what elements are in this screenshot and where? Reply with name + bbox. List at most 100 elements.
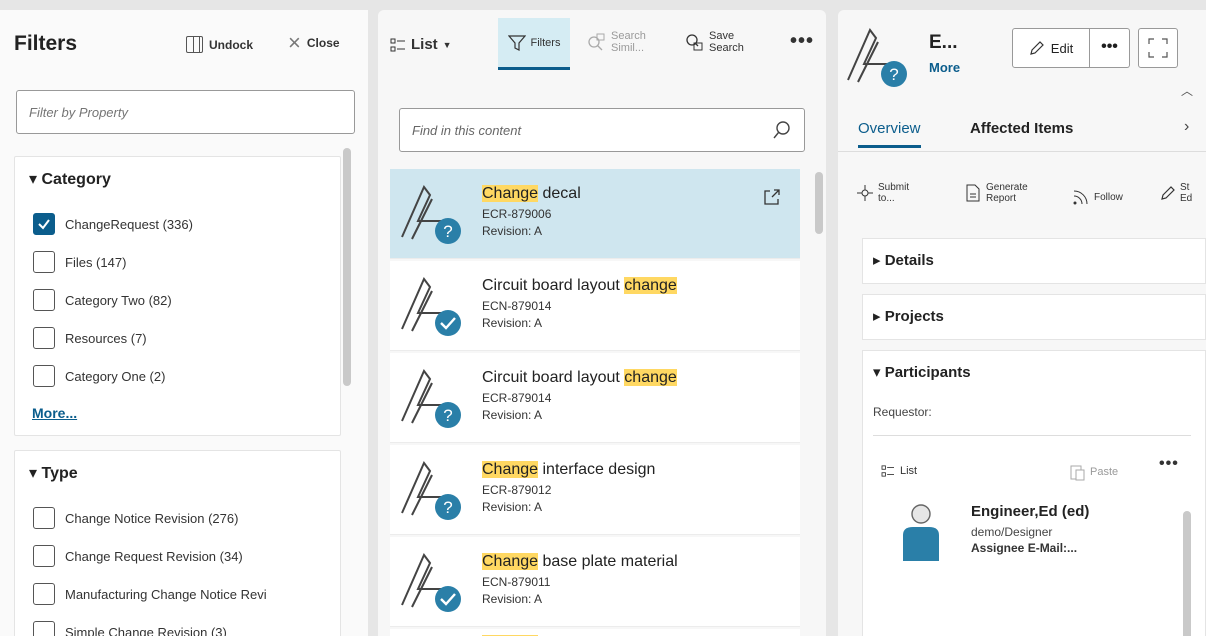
more-options-icon[interactable]: •••	[1159, 455, 1179, 473]
expand-button[interactable]	[1138, 28, 1178, 68]
filter-option[interactable]: Manufacturing Change Notice Revi	[33, 583, 267, 605]
filter-option[interactable]: ChangeRequest (336)	[33, 213, 193, 235]
item-number: ECR-879014	[482, 391, 552, 405]
find-in-content-input[interactable]: Find in this content	[399, 108, 805, 152]
edit-button[interactable]: Edit	[1012, 28, 1090, 68]
participants-view-button[interactable]: List	[881, 465, 917, 477]
item-title: Change base plate material	[482, 553, 678, 570]
item-title: Change decal	[482, 185, 581, 202]
change-request-icon: ?	[401, 461, 461, 520]
submit-to-button[interactable]: Submit to...	[856, 182, 909, 204]
list-icon	[390, 38, 405, 51]
change-notice-icon	[401, 553, 461, 612]
category-more-link[interactable]: More...	[32, 405, 77, 421]
filter-option[interactable]: Simple Change Revision (3)	[33, 621, 227, 636]
undock-icon	[186, 36, 203, 53]
list-item[interactable]: ? Circuit board layout change ECR-879014…	[390, 353, 800, 443]
more-options-icon[interactable]: •••	[790, 30, 814, 53]
list-item[interactable]	[390, 629, 800, 636]
close-label: Close	[306, 36, 340, 50]
list-item[interactable]: ? Change interface design ECR-879012 Rev…	[390, 445, 800, 535]
list-scrollbar[interactable]	[815, 172, 823, 234]
save-search-label-1: Save	[709, 30, 735, 42]
detail-actions: Submit to... Generate Report Follow St Ed	[838, 172, 1206, 216]
more-link[interactable]: More	[929, 60, 960, 75]
checkbox[interactable]	[33, 545, 55, 567]
checkbox[interactable]	[33, 289, 55, 311]
follow-label: Follow	[1094, 191, 1123, 203]
participant-card[interactable]: Engineer,Ed (ed) demo/Designer Assignee …	[883, 501, 1183, 621]
pencil-icon	[1029, 41, 1044, 55]
filter-option[interactable]: Files (147)	[33, 251, 126, 273]
svg-text:?: ?	[443, 498, 452, 517]
category-heading[interactable]: ▾ Category	[29, 169, 111, 189]
tab-overview[interactable]: Overview	[858, 120, 921, 148]
paste-button[interactable]: Paste	[1069, 463, 1118, 481]
detail-tabs: Overview Affected Items	[838, 108, 1206, 152]
type-title: Type	[41, 465, 78, 482]
list-item[interactable]: Circuit board layout change ECN-879014 R…	[390, 261, 800, 351]
close-icon: ×	[288, 30, 301, 55]
filter-option[interactable]: Change Notice Revision (276)	[33, 507, 238, 529]
filters-title: Filters	[14, 32, 78, 55]
list-item[interactable]: Change base plate material ECN-879011 Re…	[390, 537, 800, 627]
filter-by-property-input[interactable]	[16, 90, 355, 134]
item-title: Circuit board layout change	[482, 277, 677, 294]
status-edit-label-1: St	[1180, 182, 1190, 193]
save-search-button[interactable]: Save Search	[684, 30, 744, 54]
item-revision: Revision: A	[482, 500, 543, 514]
filter-option[interactable]: Category One (2)	[33, 365, 165, 387]
search-icon[interactable]	[772, 120, 792, 140]
list-icon	[881, 465, 894, 477]
change-request-icon: ?	[401, 369, 461, 428]
filter-option-label: ChangeRequest (336)	[65, 216, 193, 232]
item-revision: Revision: A	[482, 224, 543, 238]
search-similar-button[interactable]: Search Simil...	[586, 30, 646, 54]
category-group: ▾ Category ChangeRequest (336) Files (14…	[14, 156, 341, 436]
follow-button[interactable]: Follow	[1072, 188, 1123, 206]
checkbox[interactable]	[33, 327, 55, 349]
undock-button[interactable]: Undock	[186, 36, 253, 53]
requestor-label: Requestor:	[873, 405, 932, 419]
participants-scrollbar[interactable]	[1183, 511, 1191, 636]
generate-report-button[interactable]: Generate Report	[964, 182, 1028, 204]
checkbox[interactable]	[33, 251, 55, 273]
item-title: Change interface design	[482, 461, 656, 478]
chevron-right-icon[interactable]: ›	[1184, 118, 1189, 136]
filters-panel: Filters Undock × Close ▾ Category Change…	[0, 10, 368, 636]
filters-toggle-button[interactable]: Filters	[498, 18, 570, 70]
checkbox-checked[interactable]	[33, 213, 55, 235]
list-item[interactable]: ? Change decal ECR-879006 Revision: A	[390, 169, 800, 259]
submit-label-1: Submit	[878, 182, 910, 193]
details-heading: ▸ Details	[873, 252, 934, 269]
edit-more-icon[interactable]: •••	[1090, 28, 1130, 68]
open-external-icon[interactable]	[762, 187, 782, 207]
search-similar-label-1: Search	[611, 30, 646, 42]
save-search-icon	[686, 34, 703, 51]
participants-heading[interactable]: ▾ Participants	[873, 363, 971, 381]
view-mode-button[interactable]: List ▼	[390, 36, 452, 53]
report-label-2: Report	[986, 193, 1017, 204]
filters-scrollbar[interactable]	[343, 148, 351, 386]
filter-option[interactable]: Resources (7)	[33, 327, 147, 349]
close-button[interactable]: × Close	[288, 30, 340, 55]
fullscreen-icon	[1148, 38, 1168, 58]
chevron-up-icon[interactable]: ︿	[1181, 82, 1193, 99]
edit-label: Edit	[1050, 40, 1074, 56]
tab-affected-items[interactable]: Affected Items	[970, 120, 1073, 137]
details-section[interactable]: ▸ Details	[862, 238, 1206, 284]
status-edit-button[interactable]: St Ed	[1160, 182, 1192, 204]
detail-panel: ? E... More Edit ••• ︿ Overview Affected…	[838, 10, 1206, 636]
paste-label: Paste	[1090, 466, 1119, 478]
type-heading[interactable]: ▾ Type	[29, 463, 78, 483]
checkbox[interactable]	[33, 583, 55, 605]
checkbox[interactable]	[33, 365, 55, 387]
chevron-down-icon: ▼	[442, 39, 452, 50]
checkbox[interactable]	[33, 621, 55, 636]
filter-option[interactable]: Change Request Revision (34)	[33, 545, 243, 567]
projects-section[interactable]: ▸ Projects	[862, 294, 1206, 340]
divider	[873, 435, 1191, 436]
filter-option[interactable]: Category Two (82)	[33, 289, 172, 311]
checkbox[interactable]	[33, 507, 55, 529]
filter-option-label: Resources (7)	[65, 330, 147, 346]
